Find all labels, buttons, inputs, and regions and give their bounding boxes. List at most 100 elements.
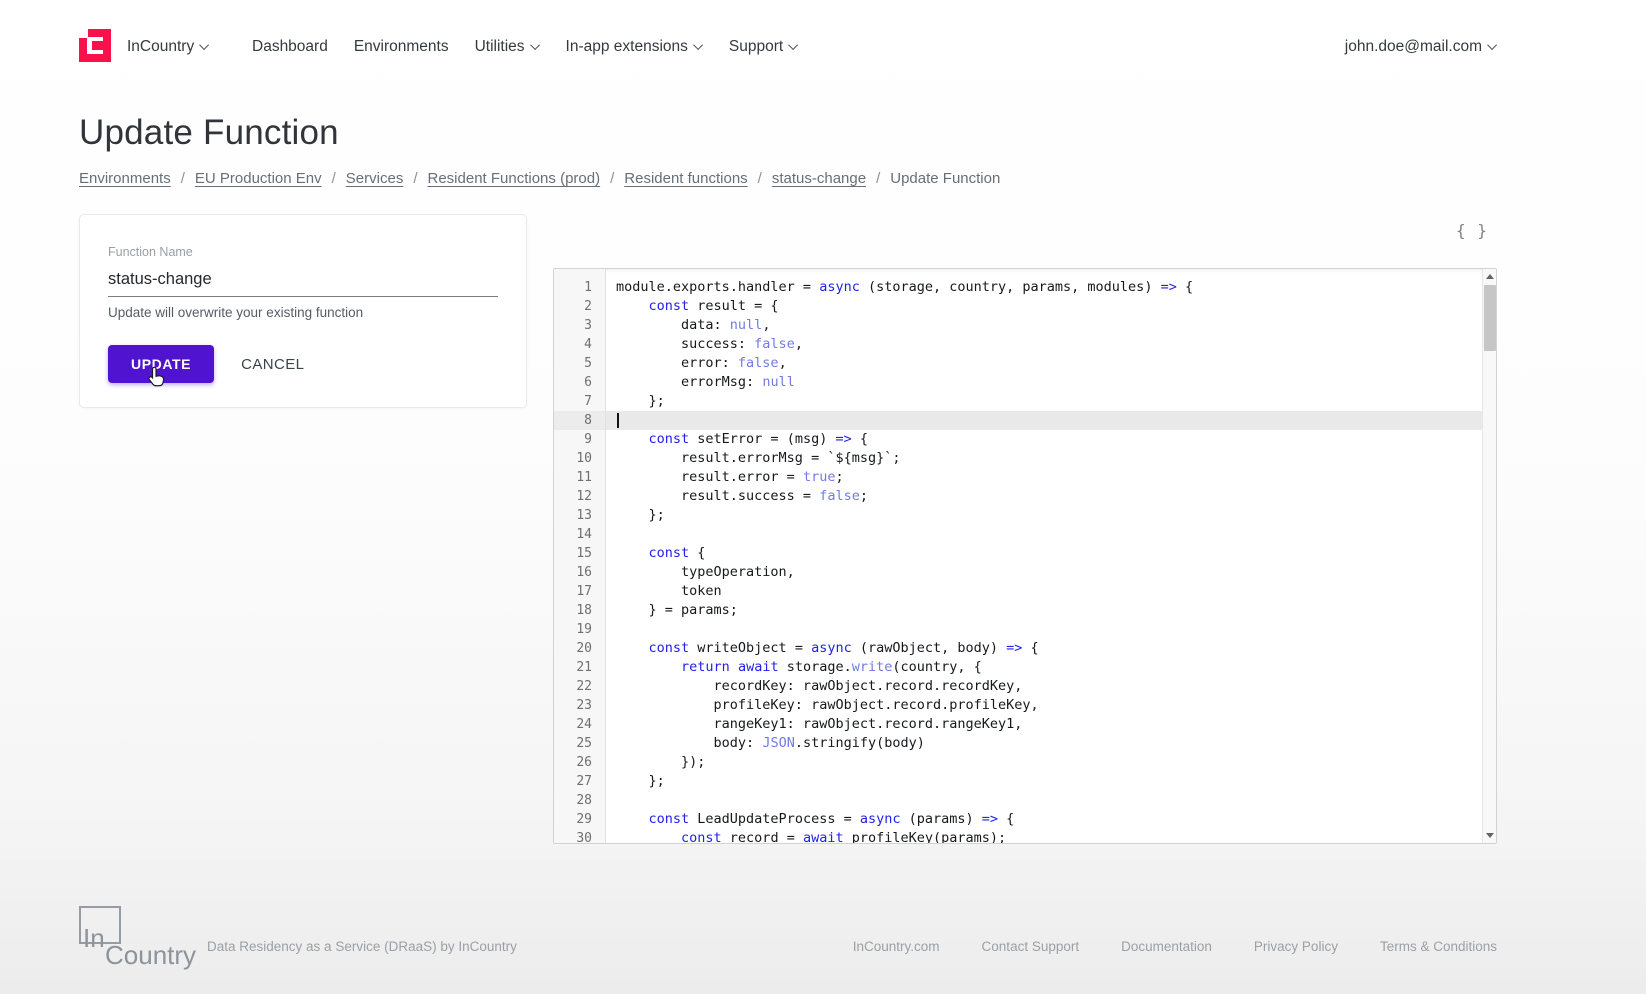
nav-item-utilities[interactable]: Utilities (475, 38, 540, 56)
code-lines[interactable]: 1 module.exports.handler = async (storage… (554, 269, 1482, 843)
function-name-label: Function Name (108, 245, 193, 259)
editor-scrollbar[interactable] (1482, 269, 1496, 843)
line-number: 27 (554, 772, 606, 791)
breadcrumb-separator: / (876, 170, 881, 187)
button-row: UPDATE CANCEL (108, 345, 498, 383)
incountry-logo[interactable] (79, 29, 111, 62)
scroll-down-icon[interactable] (1483, 828, 1496, 843)
code-line[interactable]: 21 return await storage.write(country, { (554, 658, 1482, 677)
user-email: john.doe@mail.com (1344, 38, 1482, 55)
update-button[interactable]: UPDATE (108, 345, 215, 383)
nav-item-label: In-app extensions (565, 38, 688, 55)
code-line[interactable]: 2 const result = { (554, 297, 1482, 316)
code-text (606, 411, 1482, 430)
code-line[interactable]: 3 data: null, (554, 316, 1482, 335)
code-text: const writeObject = async (rawObject, bo… (648, 640, 1039, 656)
line-number: 7 (554, 392, 606, 411)
org-selector-label: InCountry (127, 38, 195, 55)
footer-link-terms-conditions[interactable]: Terms & Conditions (1380, 939, 1497, 954)
code-text: const result = { (648, 298, 779, 314)
code-text: token (616, 583, 722, 599)
cancel-button[interactable]: CANCEL (241, 356, 304, 373)
breadcrumb-separator: / (180, 170, 185, 187)
code-line[interactable]: 5 error: false, (554, 354, 1482, 373)
logo-shape (79, 54, 111, 62)
footer: In Country Data Residency as a Service (… (79, 888, 1497, 974)
function-name-input[interactable] (108, 270, 498, 297)
line-number: 20 (554, 639, 606, 658)
footer-link-incountry-com[interactable]: InCountry.com (853, 939, 940, 954)
footer-link-documentation[interactable]: Documentation (1121, 939, 1212, 954)
breadcrumb-item-resident-functions-prod[interactable]: Resident Functions (prod) (428, 170, 601, 187)
code-line[interactable]: 20 const writeObject = async (rawObject,… (554, 639, 1482, 658)
helper-text: Update will overwrite your existing func… (108, 305, 364, 320)
code-line[interactable]: 18 } = params; (554, 601, 1482, 620)
breadcrumb-item-status-change[interactable]: status-change (772, 170, 866, 187)
code-line[interactable]: 7 }; (554, 392, 1482, 411)
line-number: 26 (554, 753, 606, 772)
line-number: 29 (554, 810, 606, 829)
code-line[interactable]: 29 const LeadUpdateProcess = async (para… (554, 810, 1482, 829)
nav-item-dashboard[interactable]: Dashboard (252, 38, 328, 56)
code-line[interactable]: 11 result.error = true; (554, 468, 1482, 487)
code-editor[interactable]: 1 module.exports.handler = async (storage… (553, 268, 1497, 844)
code-text: const setError = (msg) => { (648, 431, 868, 447)
line-number: 24 (554, 715, 606, 734)
breadcrumb-item-environments[interactable]: Environments (79, 170, 171, 187)
line-number: 12 (554, 487, 606, 506)
code-line[interactable]: 23 profileKey: rawObject.record.profileK… (554, 696, 1482, 715)
format-code-button[interactable]: { } (1456, 221, 1488, 240)
line-number: 17 (554, 582, 606, 601)
line-number: 2 (554, 297, 606, 316)
code-line[interactable]: 1 module.exports.handler = async (storage… (554, 278, 1482, 297)
nav-item-environments[interactable]: Environments (354, 38, 449, 56)
line-number: 3 (554, 316, 606, 335)
code-line[interactable]: 13 }; (554, 506, 1482, 525)
code-text: }; (616, 507, 665, 523)
code-line[interactable]: 26 }); (554, 753, 1482, 772)
code-text: body: JSON.stringify(body) (616, 735, 925, 751)
scroll-up-icon[interactable] (1483, 269, 1496, 284)
code-line[interactable]: 12 result.success = false; (554, 487, 1482, 506)
code-line[interactable]: 28 (554, 791, 1482, 810)
line-number: 23 (554, 696, 606, 715)
code-line[interactable]: 16 typeOperation, (554, 563, 1482, 582)
code-line[interactable]: 9 const setError = (msg) => { (554, 430, 1482, 449)
code-line[interactable]: 24 rangeKey1: rawObject.record.rangeKey1… (554, 715, 1482, 734)
code-line[interactable]: 15 const { (554, 544, 1482, 563)
code-line[interactable]: 22 recordKey: rawObject.record.recordKey… (554, 677, 1482, 696)
code-line[interactable]: 25 body: JSON.stringify(body) (554, 734, 1482, 753)
footer-link-privacy-policy[interactable]: Privacy Policy (1254, 939, 1338, 954)
code-text: error: false, (616, 355, 787, 371)
code-line[interactable]: 8 (554, 411, 1482, 430)
code-line[interactable]: 4 success: false, (554, 335, 1482, 354)
chevron-down-icon (529, 39, 540, 50)
code-line[interactable]: 6 errorMsg: null (554, 373, 1482, 392)
code-text: result.success = false; (616, 488, 868, 504)
line-number: 4 (554, 335, 606, 354)
breadcrumb-separator: / (331, 170, 336, 187)
breadcrumb-item-eu-production-env[interactable]: EU Production Env (195, 170, 322, 187)
code-line[interactable]: 27 }; (554, 772, 1482, 791)
code-line[interactable]: 14 (554, 525, 1482, 544)
code-line[interactable]: 10 result.errorMsg = `${msg}`; (554, 449, 1482, 468)
line-number: 6 (554, 373, 606, 392)
code-line[interactable]: 17 token (554, 582, 1482, 601)
logo-shape (92, 41, 103, 50)
incountry-footer-logo: In Country (79, 902, 196, 974)
breadcrumb-item-resident-functions[interactable]: Resident functions (624, 170, 747, 187)
user-menu[interactable]: john.doe@mail.com (1344, 38, 1498, 56)
breadcrumb-separator: / (610, 170, 615, 187)
code-text: } = params; (616, 602, 738, 618)
nav-item-support[interactable]: Support (729, 38, 799, 56)
nav-item-in-app-extensions[interactable]: In-app extensions (566, 38, 703, 56)
code-line[interactable]: 30 const record = await profileKey(param… (554, 829, 1482, 843)
scrollbar-thumb[interactable] (1484, 285, 1496, 351)
code-line[interactable]: 19 (554, 620, 1482, 639)
code-text: const LeadUpdateProcess = async (params)… (648, 811, 1015, 827)
breadcrumb-item-services[interactable]: Services (346, 170, 404, 187)
org-selector[interactable]: InCountry (127, 38, 210, 56)
footer-link-contact-support[interactable]: Contact Support (982, 939, 1080, 954)
